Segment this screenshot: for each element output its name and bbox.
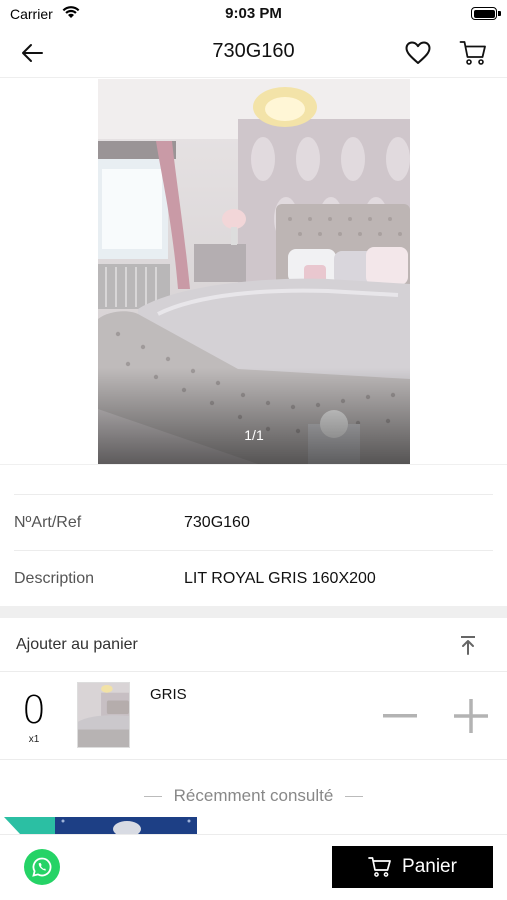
product-image-carousel[interactable]: 1/1 [0, 79, 507, 464]
variant-row: 0 x1 GRIS [0, 672, 507, 760]
add-to-cart-header: Ajouter au panier [0, 618, 507, 672]
whatsapp-button[interactable] [24, 849, 60, 885]
heart-icon [405, 41, 431, 64]
heading-rule-left [143, 795, 162, 797]
product-photo [98, 79, 410, 464]
whatsapp-icon [32, 857, 52, 877]
image-counter: 1/1 [244, 427, 264, 443]
recent-item-badge [4, 817, 20, 834]
nav-bar: 730G160 [0, 28, 507, 78]
plus-icon [454, 699, 488, 733]
heading-rule-right [345, 795, 364, 797]
arrow-left-icon [22, 44, 43, 62]
variant-thumbnail [77, 682, 130, 748]
bottom-bar: Panier [0, 834, 507, 900]
recently-viewed-title: Récemment consulté [173, 786, 334, 805]
collapse-button[interactable] [455, 632, 481, 658]
recent-item[interactable] [55, 817, 197, 834]
ref-label: NºArt/Ref [14, 514, 82, 531]
page-title: 730G160 [212, 40, 295, 62]
back-button[interactable] [16, 38, 48, 68]
battery-icon [471, 7, 497, 20]
description-label: Description [14, 570, 95, 587]
decrease-quantity-button[interactable] [380, 698, 420, 734]
quantity-value: 0 [21, 688, 47, 732]
cart-icon [459, 41, 486, 65]
recently-viewed-heading: Récemment consulté [0, 783, 507, 809]
recently-viewed-list [0, 817, 507, 834]
quantity-multiplier: x1 [28, 734, 40, 745]
info-row-description: Description LIT ROYAL GRIS 160X200 [14, 550, 493, 606]
recent-item-image [61, 819, 191, 834]
cart-icon [368, 857, 391, 877]
spacer [0, 464, 507, 494]
favorite-button[interactable] [403, 38, 433, 68]
collapse-up-icon [461, 636, 475, 655]
battery-tip [498, 11, 501, 16]
status-time: 9:03 PM [225, 5, 282, 22]
increase-quantity-button[interactable] [451, 698, 491, 734]
cart-nav-button[interactable] [457, 38, 489, 68]
cart-button-label: Panier [402, 856, 457, 877]
status-bar: Carrier 9:03 PM [0, 0, 507, 28]
ref-value: 730G160 [184, 514, 250, 531]
recent-item[interactable] [4, 817, 56, 834]
cart-button[interactable]: Panier [332, 846, 493, 888]
minus-icon [383, 714, 417, 718]
product-info-table: NºArt/Ref 730G160 Description LIT ROYAL … [14, 494, 493, 606]
variant-name: GRIS [150, 686, 187, 703]
add-to-cart-title: Ajouter au panier [16, 636, 138, 653]
description-value: LIT ROYAL GRIS 160X200 [184, 570, 376, 587]
info-row-ref: NºArt/Ref 730G160 [14, 494, 493, 550]
section-divider [0, 606, 507, 618]
